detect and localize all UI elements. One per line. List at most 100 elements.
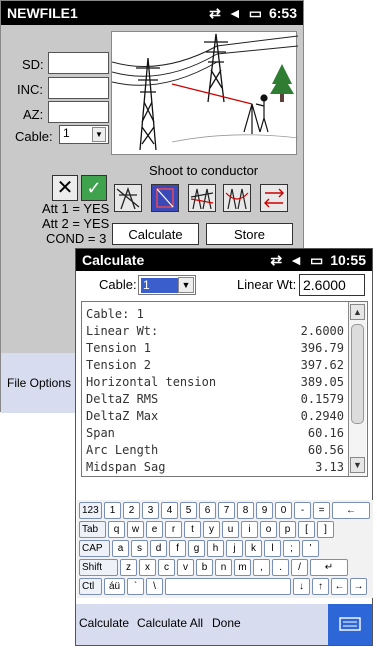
key[interactable]: ` (127, 578, 144, 595)
inc-field[interactable] (48, 77, 109, 99)
arrow-up-key[interactable]: ↑ (312, 578, 329, 595)
file-options-menu[interactable]: File Options (7, 376, 71, 390)
enter-key[interactable]: ↵ (310, 559, 348, 576)
key-tab[interactable]: Tab (79, 521, 106, 538)
key-123[interactable]: 123 (79, 502, 102, 519)
keyboard-toggle-button[interactable] (328, 604, 372, 645)
transfer-tool-button[interactable] (260, 184, 288, 212)
key[interactable]: 1 (104, 502, 121, 519)
key[interactable]: p (279, 521, 296, 538)
key[interactable]: ' (302, 540, 319, 557)
key[interactable]: / (291, 559, 308, 576)
key[interactable]: k (245, 540, 262, 557)
key[interactable]: z (120, 559, 137, 576)
chevron-down-icon: ▼ (353, 460, 362, 470)
key[interactable]: y (203, 521, 220, 538)
inc-label: INC: (17, 82, 43, 97)
two-tower-tool-button[interactable] (188, 184, 216, 212)
key[interactable]: 5 (180, 502, 197, 519)
result-row: Tension 1 396.79 (86, 341, 344, 355)
key[interactable]: q (108, 521, 125, 538)
key[interactable]: [ (298, 521, 315, 538)
key[interactable]: d (150, 540, 167, 557)
bottom-menu-bar: Calculate Calculate All Done (76, 604, 372, 645)
key[interactable]: m (234, 559, 251, 576)
key[interactable]: o (260, 521, 277, 538)
done-menu[interactable]: Done (212, 616, 241, 630)
key[interactable]: i (241, 521, 258, 538)
arrow-left-key[interactable]: ← (331, 578, 348, 595)
space-key[interactable] (165, 578, 291, 595)
key[interactable]: a (112, 540, 129, 557)
connectivity-icon[interactable]: ⇄ (270, 252, 282, 269)
key[interactable]: v (177, 559, 194, 576)
key[interactable]: 7 (218, 502, 235, 519)
volume-icon[interactable]: ◄ (228, 5, 242, 21)
key[interactable]: e (146, 521, 163, 538)
key[interactable]: f (169, 540, 186, 557)
calculate-menu[interactable]: Calculate (79, 616, 129, 630)
key[interactable]: c (158, 559, 175, 576)
results-scrollbar[interactable]: ▲ ▼ (348, 302, 366, 476)
key[interactable]: \ (146, 578, 163, 595)
key[interactable]: b (196, 559, 213, 576)
two-towers-icon (190, 188, 214, 210)
key[interactable]: 4 (161, 502, 178, 519)
key[interactable]: - (294, 502, 311, 519)
key-ctrl[interactable]: Ctl (79, 578, 102, 595)
key[interactable]: j (226, 540, 243, 557)
key[interactable]: n (215, 559, 232, 576)
calculate-all-menu[interactable]: Calculate All (137, 616, 203, 630)
key[interactable]: ; (283, 540, 300, 557)
calculate-button[interactable]: Calculate (112, 223, 199, 245)
arrow-right-key[interactable]: → (350, 578, 367, 595)
key[interactable]: 6 (199, 502, 216, 519)
cancel-button[interactable]: ✕ (52, 175, 78, 201)
connectivity-icon[interactable]: ⇄ (209, 5, 221, 22)
backspace-key[interactable]: ← (332, 502, 370, 519)
store-button[interactable]: Store (206, 223, 293, 245)
single-wire-tool-button[interactable] (114, 184, 142, 212)
key[interactable]: 0 (275, 502, 292, 519)
key[interactable]: x (139, 559, 156, 576)
key[interactable]: 3 (142, 502, 159, 519)
key[interactable]: h (207, 540, 224, 557)
key[interactable]: s (131, 540, 148, 557)
span-icon (156, 188, 174, 208)
span-tool-button[interactable] (151, 184, 179, 212)
result-row: Tension 2 397.62 (86, 358, 344, 372)
key[interactable]: t (184, 521, 201, 538)
scrollbar-thumb[interactable] (351, 324, 364, 424)
key[interactable]: ] (317, 521, 334, 538)
scroll-down-button[interactable]: ▼ (350, 457, 365, 473)
battery-icon[interactable]: ▭ (249, 5, 262, 22)
key[interactable]: 9 (256, 502, 273, 519)
sd-field[interactable] (48, 52, 109, 74)
linear-wt-input[interactable]: 2.6000 (299, 274, 365, 296)
key[interactable]: = (313, 502, 330, 519)
window-title: NEWFILE1 (7, 5, 78, 21)
tower-wire-icon (116, 187, 140, 210)
key[interactable]: w (127, 521, 144, 538)
sag-tool-button[interactable] (223, 184, 251, 212)
key[interactable]: , (253, 559, 270, 576)
key-shift[interactable]: Shift (79, 559, 118, 576)
key[interactable]: l (264, 540, 281, 557)
key-caps[interactable]: CAP (79, 540, 110, 557)
key[interactable]: r (165, 521, 182, 538)
scroll-up-button[interactable]: ▲ (350, 304, 365, 320)
ok-button[interactable]: ✓ (81, 175, 107, 201)
key[interactable]: . (272, 559, 289, 576)
key-accents[interactable]: áü (104, 578, 125, 595)
key[interactable]: g (188, 540, 205, 557)
key[interactable]: 8 (237, 502, 254, 519)
battery-icon[interactable]: ▭ (310, 252, 323, 269)
az-field[interactable] (48, 101, 109, 123)
arrow-down-key[interactable]: ↓ (293, 578, 310, 595)
cable-select[interactable]: 1 ▼ (59, 125, 109, 144)
volume-icon[interactable]: ◄ (289, 252, 303, 268)
key[interactable]: u (222, 521, 239, 538)
cable-select[interactable]: 1 ▼ (138, 275, 196, 295)
key[interactable]: 2 (123, 502, 140, 519)
results-list[interactable]: Cable: 1 Linear Wt: 2.6000 Tension 1 396.7… (81, 301, 368, 477)
